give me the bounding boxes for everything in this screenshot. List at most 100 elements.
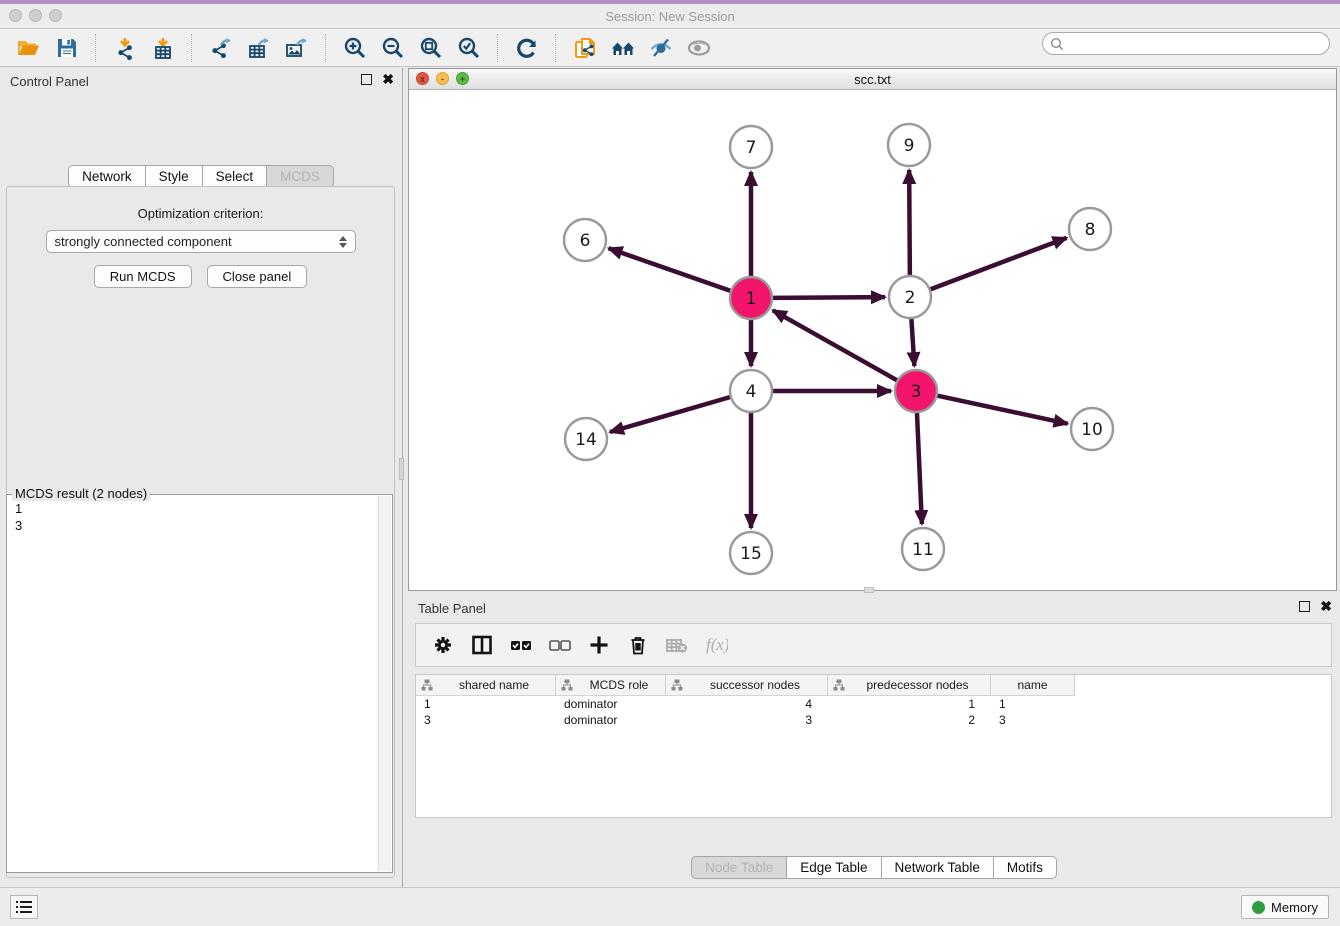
cell-shared-name[interactable]: 3 [416, 712, 556, 728]
svg-text:3: 3 [911, 382, 922, 402]
node-8[interactable]: 8 [1069, 208, 1111, 250]
columns-icon[interactable] [467, 630, 497, 660]
result-scrollbar[interactable] [378, 496, 391, 871]
fx-icon: f(x) [701, 630, 731, 660]
control-panel-header: Control Panel ✖ [0, 68, 402, 94]
zoom-fit-icon[interactable] [415, 32, 447, 64]
gear-icon[interactable] [428, 630, 458, 660]
export-image-icon[interactable] [281, 32, 313, 64]
edge-3-10[interactable] [938, 396, 1068, 424]
toolbar-separator [191, 34, 193, 62]
export-network-icon[interactable] [205, 32, 237, 64]
table-tab-motifs[interactable]: Motifs [993, 856, 1057, 879]
node-11[interactable]: 11 [902, 528, 944, 570]
run-mcds-button[interactable]: Run MCDS [94, 265, 192, 288]
node-3[interactable]: 3 [895, 370, 937, 412]
memory-button[interactable]: Memory [1241, 895, 1329, 919]
edge-3-11[interactable] [917, 413, 922, 524]
zoom-out-icon[interactable] [377, 32, 409, 64]
svg-text:15: 15 [740, 544, 762, 564]
import-network-icon[interactable] [109, 32, 141, 64]
network-window-titlebar[interactable]: x - + scc.txt [409, 69, 1336, 90]
toolbar-separator [95, 34, 97, 62]
cell-name[interactable]: 3 [991, 712, 1075, 728]
node-1[interactable]: 1 [730, 277, 772, 319]
node-15[interactable]: 15 [730, 532, 772, 574]
zoom-selected-icon[interactable] [453, 32, 485, 64]
float-panel-icon[interactable] [361, 74, 372, 85]
cell-predecessor-nodes[interactable]: 1 [828, 696, 991, 712]
duplicate-network-icon[interactable] [569, 32, 601, 64]
home-icon[interactable] [607, 32, 639, 64]
criterion-dropdown-value: strongly connected component [55, 234, 339, 249]
node-14[interactable]: 14 [565, 418, 607, 460]
column-header-name[interactable]: name [991, 675, 1075, 695]
network-window-resize-handle[interactable] [864, 587, 874, 593]
table-row[interactable]: 1dominator411 [416, 696, 1075, 712]
control-panel-title: Control Panel [10, 74, 89, 89]
column-header-shared-name[interactable]: shared name [416, 675, 556, 695]
node-2[interactable]: 2 [889, 276, 931, 318]
view-eye-icon[interactable] [683, 32, 715, 64]
search-box[interactable] [1042, 32, 1330, 55]
table-tab-edge-table[interactable]: Edge Table [786, 856, 881, 879]
tab-network[interactable]: Network [68, 165, 146, 188]
table-panel-title: Table Panel [418, 601, 486, 616]
network-canvas[interactable]: 7 9 6 8 1 2 4 3 14 10 15 11 [409, 89, 1336, 590]
close-panel-button[interactable]: Close panel [207, 265, 308, 288]
edge-2-9[interactable] [909, 170, 910, 275]
edge-3-1[interactable] [773, 310, 897, 380]
table-row[interactable]: 3dominator323 [416, 712, 1075, 728]
svg-text:14: 14 [575, 430, 597, 450]
memory-status-icon [1252, 901, 1265, 914]
zoom-in-icon[interactable] [339, 32, 371, 64]
svg-text:11: 11 [912, 540, 934, 560]
cell-predecessor-nodes[interactable]: 2 [828, 712, 991, 728]
search-input[interactable] [1068, 36, 1322, 52]
column-header-successor-nodes[interactable]: successor nodes [666, 675, 828, 695]
node-9[interactable]: 9 [888, 124, 930, 166]
node-10[interactable]: 10 [1071, 408, 1113, 450]
open-folder-icon[interactable] [13, 32, 45, 64]
tab-mcds[interactable]: MCDS [266, 165, 334, 188]
close-panel-icon[interactable]: ✖ [382, 73, 394, 85]
select-all-icon[interactable] [506, 630, 536, 660]
criterion-dropdown[interactable]: strongly connected component [46, 230, 356, 253]
column-header-predecessor-nodes[interactable]: predecessor nodes [828, 675, 991, 695]
export-table-icon[interactable] [243, 32, 275, 64]
edge-1-6[interactable] [609, 248, 731, 290]
cell-successor-nodes[interactable]: 4 [666, 696, 828, 712]
refresh-icon[interactable] [511, 32, 543, 64]
cell-MCDS-role[interactable]: dominator [556, 712, 666, 728]
save-icon[interactable] [51, 32, 83, 64]
tab-style[interactable]: Style [145, 165, 203, 188]
cell-shared-name[interactable]: 1 [416, 696, 556, 712]
cell-successor-nodes[interactable]: 3 [666, 712, 828, 728]
graph[interactable]: 7 9 6 8 1 2 4 3 14 10 15 11 [409, 89, 1336, 590]
panel-splitter-handle[interactable] [399, 458, 404, 480]
tab-select[interactable]: Select [202, 165, 268, 188]
node-4[interactable]: 4 [730, 370, 772, 412]
node-7[interactable]: 7 [730, 126, 772, 168]
edge-2-3[interactable] [911, 319, 914, 366]
edge-2-8[interactable] [931, 238, 1067, 289]
cell-name[interactable]: 1 [991, 696, 1075, 712]
close-table-panel-icon[interactable]: ✖ [1320, 600, 1332, 612]
edge-1-2[interactable] [773, 297, 885, 298]
node-6[interactable]: 6 [564, 219, 606, 261]
mcds-result-text[interactable]: 1 3 [7, 495, 392, 539]
titlebar: Session: New Session [0, 0, 1340, 29]
table-tab-node-table[interactable]: Node Table [691, 856, 787, 879]
trash-icon[interactable] [623, 630, 653, 660]
table-tab-network-table[interactable]: Network Table [881, 856, 994, 879]
float-table-panel-icon[interactable] [1299, 601, 1310, 612]
add-icon[interactable] [584, 630, 614, 660]
network-window-title: scc.txt [409, 72, 1336, 87]
task-history-button[interactable] [10, 895, 38, 919]
import-table-icon[interactable] [147, 32, 179, 64]
hide-eye-icon[interactable] [645, 32, 677, 64]
unselect-all-icon[interactable] [545, 630, 575, 660]
cell-MCDS-role[interactable]: dominator [556, 696, 666, 712]
edge-4-14[interactable] [610, 397, 730, 432]
column-header-MCDS-role[interactable]: MCDS role [556, 675, 666, 695]
